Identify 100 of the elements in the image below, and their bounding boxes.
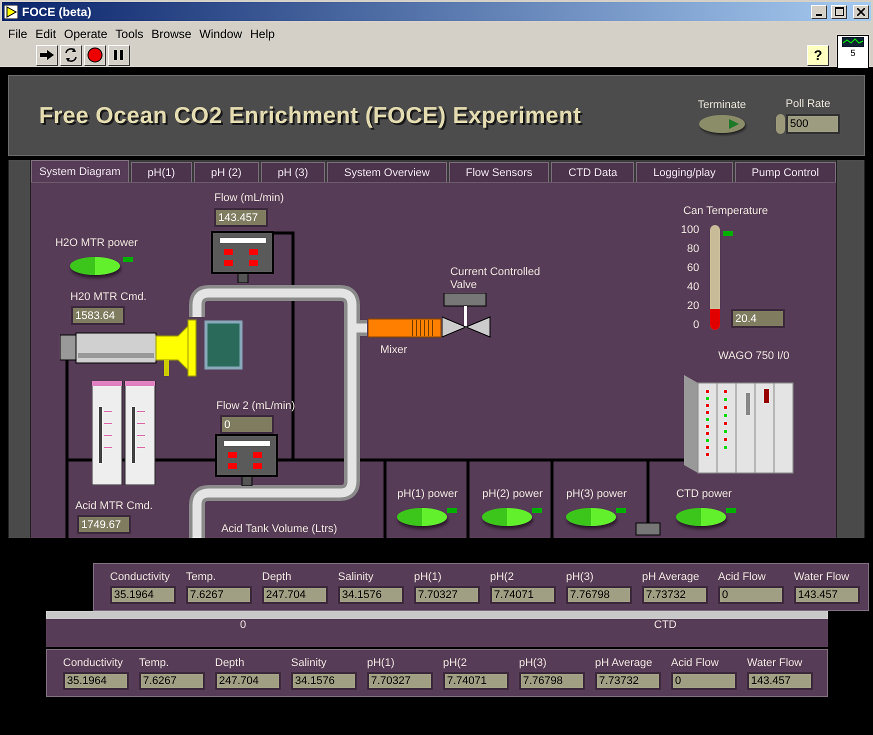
- status-indicator: [447, 508, 458, 513]
- maximize-icon: [834, 7, 844, 16]
- tab[interactable]: pH (2): [194, 162, 259, 182]
- poll-rate-field[interactable]: 500: [786, 114, 840, 134]
- power-switch[interactable]: [676, 508, 726, 526]
- readout-label: Salinity: [338, 571, 374, 583]
- readout-field[interactable]: 35.1964: [63, 672, 129, 690]
- tab[interactable]: Logging/play: [636, 162, 733, 182]
- run-arrow-icon: [4, 4, 18, 18]
- readout-label: pH(2: [443, 657, 468, 669]
- readout-field[interactable]: 247.704: [215, 672, 281, 690]
- readout-label: Acid Flow: [718, 571, 767, 583]
- abort-button[interactable]: [84, 44, 106, 66]
- readout-field[interactable]: 34.1576: [338, 586, 404, 604]
- readout-label: pH(1): [414, 571, 443, 583]
- readout-label: Water Flow: [747, 657, 804, 669]
- tab[interactable]: CTD Data: [551, 162, 634, 182]
- readout-field[interactable]: 0: [718, 586, 784, 604]
- power-label: pH(2) power: [482, 488, 543, 500]
- tab[interactable]: pH (3): [260, 162, 326, 182]
- flow-field[interactable]: 143.457: [214, 208, 268, 227]
- control-label: Terminate: [698, 98, 746, 110]
- readout-field[interactable]: 7.76798: [519, 672, 585, 690]
- mixer-icon: [368, 317, 444, 339]
- flowmeter-drawing: [215, 434, 280, 486]
- window-title: FOCE (beta): [22, 4, 92, 18]
- stop-icon: [87, 47, 103, 63]
- power-switch[interactable]: [70, 257, 120, 275]
- power-switch[interactable]: [482, 508, 532, 526]
- pause-icon: [113, 49, 125, 61]
- panel-title: Free Ocean CO2 Enrichment (FOCE) Experiment: [39, 102, 582, 129]
- tab[interactable]: Flow Sensors: [448, 162, 550, 182]
- readout-field[interactable]: 34.1576: [291, 672, 357, 690]
- terminate-button[interactable]: [698, 114, 745, 132]
- readout-field[interactable]: 7.74071: [490, 586, 556, 604]
- readout-field[interactable]: 247.704: [262, 586, 328, 604]
- readout-field[interactable]: 35.1964: [110, 586, 176, 604]
- close-button[interactable]: [853, 4, 869, 18]
- readout-field[interactable]: 143.457: [747, 672, 813, 690]
- circular-arrows-icon: [63, 47, 79, 63]
- readout-label: Water Flow: [794, 571, 850, 583]
- readout-field[interactable]: 7.76798: [566, 586, 632, 604]
- readout-label: Salinity: [291, 657, 328, 669]
- menu-item[interactable]: File: [4, 26, 32, 40]
- power-switch[interactable]: [566, 508, 616, 526]
- menu-item[interactable]: Browse: [147, 26, 196, 40]
- acid-cmd-field[interactable]: 1749.67: [77, 515, 132, 534]
- valve-label: Current Controlled Valve: [450, 266, 542, 292]
- power-label: H2O MTR power: [55, 237, 138, 249]
- readout-field[interactable]: 7.73732: [642, 586, 708, 604]
- tab[interactable]: System Overview: [327, 162, 447, 182]
- scale-tick-label: 100: [680, 224, 700, 236]
- tab[interactable]: System Diagram: [31, 160, 129, 182]
- play-icon: [728, 118, 739, 128]
- maximize-button[interactable]: [831, 4, 847, 18]
- temperature-field[interactable]: 20.4: [731, 309, 786, 328]
- readout-field[interactable]: 143.457: [794, 586, 860, 604]
- vi-icon[interactable]: 5: [837, 35, 869, 69]
- tab[interactable]: pH(1): [130, 162, 192, 182]
- mixer-label: Mixer: [380, 344, 408, 356]
- pause-button[interactable]: [108, 44, 130, 66]
- readout-field[interactable]: 7.6267: [186, 586, 252, 604]
- scale-tick-label: 60: [686, 262, 700, 274]
- power-switch[interactable]: [397, 508, 448, 526]
- help-button[interactable]: ?: [807, 44, 829, 66]
- scale-tick-label: 40: [686, 281, 700, 293]
- readout-label: Depth: [262, 571, 292, 583]
- readout-field[interactable]: 7.73732: [595, 672, 661, 690]
- ctd-label: CTD: [654, 619, 677, 631]
- readout-label: Depth: [215, 657, 246, 669]
- flow-field[interactable]: 0: [220, 415, 274, 434]
- menu-item[interactable]: Tools: [111, 26, 148, 40]
- run-button[interactable]: [36, 44, 58, 66]
- status-indicator: [723, 231, 734, 236]
- run-continuously-button[interactable]: [60, 44, 82, 66]
- readout-label: Acid Flow: [671, 657, 720, 669]
- menu-item[interactable]: Operate: [60, 26, 112, 40]
- tank-volume-label: Acid Tank Volume (Ltrs): [221, 523, 338, 535]
- menu-item[interactable]: Window: [195, 26, 246, 40]
- control-label: Poll Rate: [786, 98, 830, 110]
- readout-field[interactable]: 7.70327: [414, 586, 480, 604]
- minimize-button[interactable]: [811, 4, 827, 18]
- readout-field[interactable]: 7.6267: [139, 672, 205, 690]
- terminal-icon: [636, 522, 661, 536]
- readout-field[interactable]: 7.74071: [443, 672, 509, 690]
- status-indicator: [726, 508, 736, 513]
- power-label: pH(3) power: [566, 488, 627, 500]
- readout-field[interactable]: 7.70327: [367, 672, 433, 690]
- spinner-icon[interactable]: [776, 114, 785, 134]
- readout-label: pH Average: [595, 657, 654, 669]
- readout-label: Temp.: [139, 657, 170, 669]
- scale-tick-label: 0: [692, 319, 700, 331]
- acid-cmd-label: Acid MTR Cmd.: [75, 500, 153, 512]
- menu-item[interactable]: Edit: [31, 26, 60, 40]
- readout-label: Conductivity: [110, 571, 171, 583]
- readout-field[interactable]: 0: [671, 672, 737, 690]
- menu-item[interactable]: Help: [246, 26, 279, 40]
- tab[interactable]: Pump Control: [734, 162, 836, 182]
- motor-cmd-field[interactable]: 1583.64: [71, 306, 126, 325]
- scale-tick-label: 20: [686, 300, 700, 312]
